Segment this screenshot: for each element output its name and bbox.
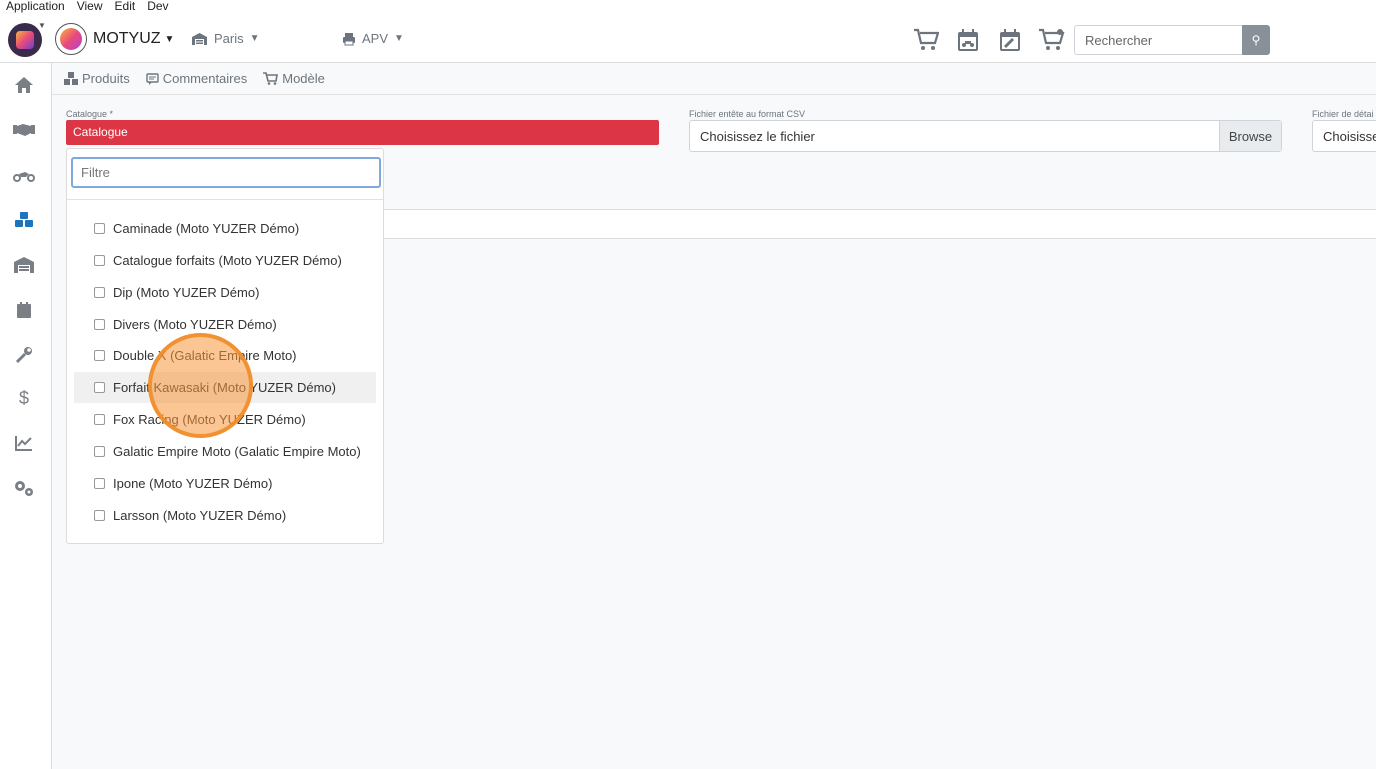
top-icon-group — [912, 26, 1066, 54]
option-label: Catalogue forfaits (Moto YUZER Démo) — [113, 253, 342, 268]
cubes-icon[interactable] — [12, 208, 36, 232]
filter-input[interactable] — [71, 157, 381, 188]
service-label: APV — [362, 31, 389, 46]
brand-logo — [55, 23, 87, 55]
search-input[interactable] — [1074, 25, 1242, 55]
cart-moto-icon[interactable] — [1038, 26, 1066, 54]
chevron-down-icon: ▼ — [38, 21, 46, 30]
checkbox[interactable] — [94, 446, 105, 457]
checkbox[interactable] — [94, 319, 105, 330]
handshake-icon[interactable] — [12, 118, 36, 142]
tab-label: Modèle — [282, 71, 325, 86]
cubes-icon — [64, 72, 78, 85]
option-label: Ipone (Moto YUZER Démo) — [113, 476, 273, 491]
cart-icon[interactable] — [912, 26, 940, 54]
menubar: Application View Edit Dev — [0, 0, 1376, 17]
tab-label: Commentaires — [162, 71, 248, 86]
csv-header-file-input[interactable]: Choisissez le fichier Browse — [689, 120, 1282, 152]
menu-application[interactable]: Application — [0, 0, 71, 12]
checkbox[interactable] — [94, 287, 105, 298]
checkbox[interactable] — [94, 414, 105, 425]
warehouse-icon — [192, 32, 207, 45]
location-label: Paris — [214, 31, 244, 46]
comments-icon — [146, 72, 159, 85]
option-label: Double X (Galatic Empire Moto) — [113, 348, 297, 363]
checkbox[interactable] — [94, 478, 105, 489]
dropdown-option-hovered[interactable]: Forfait Kawasaki (Moto YUZER Démo) — [74, 372, 376, 403]
tab-commentaires[interactable]: Commentaires — [146, 71, 248, 86]
csv-header-label: Fichier entête au format CSV — [689, 109, 806, 119]
menu-edit[interactable]: Edit — [109, 0, 142, 12]
app-logo[interactable] — [8, 23, 42, 57]
service-selector[interactable]: APV ▼ — [342, 31, 404, 46]
catalogue-dropdown: Caminade (Moto YUZER Démo) Catalogue for… — [66, 148, 384, 544]
dropdown-option[interactable]: Galatic Empire Moto (Galatic Empire Moto… — [74, 436, 376, 467]
dropdown-option[interactable]: Ipone (Moto YUZER Démo) — [74, 468, 376, 499]
checkbox[interactable] — [94, 350, 105, 361]
dropdown-option[interactable]: Dip (Moto YUZER Démo) — [74, 277, 376, 308]
checkbox[interactable] — [94, 255, 105, 266]
detail-file-label: Fichier de détai — [1312, 109, 1374, 119]
brand-selector[interactable]: MOTYUZ ▼ — [55, 23, 174, 55]
chart-line-icon[interactable] — [12, 431, 36, 455]
printer-icon — [343, 32, 355, 45]
dropdown-option[interactable]: Divers (Moto YUZER Démo) — [74, 309, 376, 340]
divider — [67, 199, 383, 200]
dropdown-option[interactable]: Caminade (Moto YUZER Démo) — [74, 213, 376, 244]
detail-file-input[interactable]: Choisissez — [1312, 120, 1376, 152]
motorcycle-icon[interactable] — [12, 163, 36, 187]
catalogue-label: Catalogue * — [66, 109, 114, 119]
browse-button[interactable]: Browse — [1219, 121, 1281, 151]
caret-down-icon: ▼ — [249, 33, 260, 44]
tab-label: Produits — [82, 71, 130, 86]
option-label: Larsson (Moto YUZER Démo) — [113, 508, 287, 523]
brand-name: MOTYUZ — [93, 30, 161, 47]
wrench-icon[interactable] — [12, 343, 36, 367]
option-label: Forfait Kawasaki (Moto YUZER Démo) — [113, 380, 336, 395]
location-selector[interactable]: Paris ▼ — [191, 31, 260, 46]
sidebar: $ — [0, 63, 52, 769]
file-input-text: Choisissez — [1323, 128, 1376, 144]
tab-modele[interactable]: Modèle — [263, 71, 325, 86]
dropdown-option[interactable]: Catalogue forfaits (Moto YUZER Démo) — [74, 245, 376, 276]
option-label: Galatic Empire Moto (Galatic Empire Moto… — [113, 444, 361, 459]
checkbox[interactable] — [94, 510, 105, 521]
calendar-moto-icon[interactable] — [954, 26, 982, 54]
search-icon: ⚲ — [1251, 33, 1261, 47]
warehouse-icon[interactable] — [12, 253, 36, 277]
home-icon[interactable] — [12, 73, 36, 97]
content-panel — [383, 209, 1376, 239]
file-input-text: Choisissez le fichier — [700, 128, 815, 144]
menu-dev[interactable]: Dev — [141, 0, 174, 12]
menu-view[interactable]: View — [71, 0, 109, 12]
option-label: Dip (Moto YUZER Démo) — [113, 285, 260, 300]
option-label: Caminade (Moto YUZER Démo) — [113, 221, 300, 236]
checkbox[interactable] — [94, 382, 105, 393]
dropdown-option[interactable]: Double X (Galatic Empire Moto) — [74, 340, 376, 371]
dropdown-option[interactable]: Fox Racing (Moto YUZER Démo) — [74, 404, 376, 435]
dollar-icon[interactable]: $ — [12, 386, 36, 410]
search-box: ⚲ — [1074, 25, 1270, 55]
tabs-bar: Produits Commentaires Modèle — [52, 63, 1376, 95]
tab-produits[interactable]: Produits — [64, 71, 130, 86]
catalogue-select[interactable]: Catalogue — [66, 120, 659, 145]
option-label: Fox Racing (Moto YUZER Démo) — [113, 412, 306, 427]
checkbox[interactable] — [94, 223, 105, 234]
calendar-wrench-icon[interactable] — [996, 26, 1024, 54]
caret-down-icon: ▼ — [164, 33, 175, 45]
search-button[interactable]: ⚲ — [1242, 25, 1270, 55]
topbar: ▼ MOTYUZ ▼ Paris ▼ APV ▼ ⚲ — [0, 17, 1376, 63]
option-label: Divers (Moto YUZER Démo) — [113, 317, 277, 332]
caret-down-icon: ▼ — [394, 33, 404, 44]
dropdown-option[interactable]: Larsson (Moto YUZER Démo) — [74, 500, 376, 531]
calendar-icon[interactable] — [12, 298, 36, 322]
cogs-icon[interactable] — [12, 476, 36, 500]
cart-icon — [263, 72, 279, 85]
